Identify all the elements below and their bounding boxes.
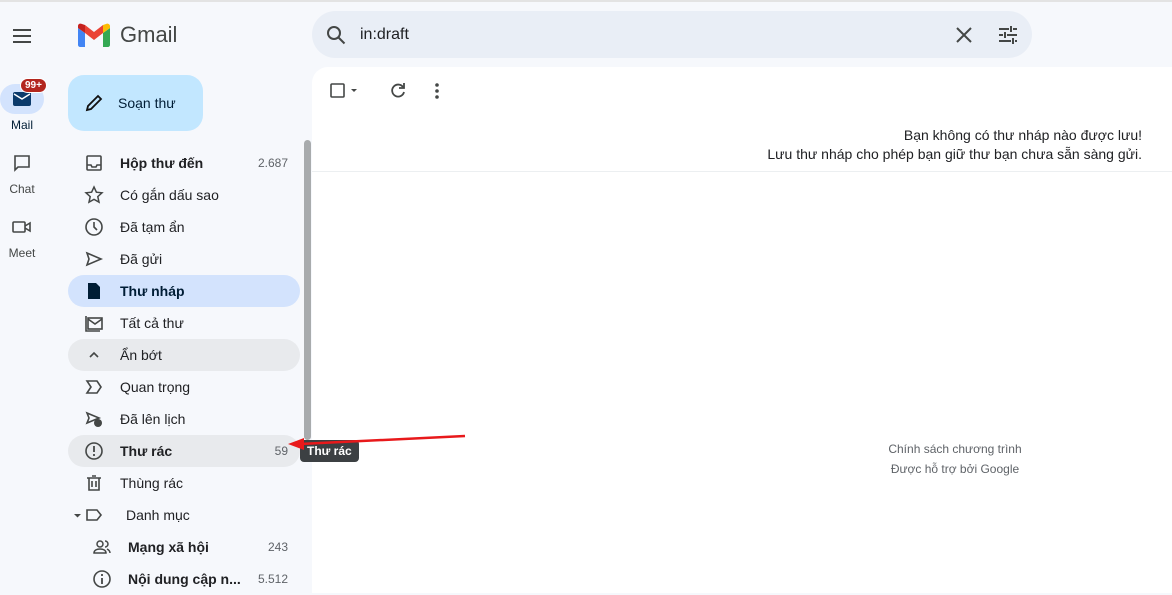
pencil-icon — [85, 94, 103, 112]
sidebar-item-label: Đã tạm ẩn — [120, 219, 185, 235]
footer: Chính sách chương trình Được hỗ trợ bởi … — [855, 439, 1055, 479]
spam-icon — [84, 441, 104, 461]
select-all-checkbox[interactable] — [330, 81, 358, 101]
app-name: Gmail — [120, 22, 178, 47]
search-input[interactable] — [360, 25, 954, 44]
scheduled-icon — [84, 409, 104, 429]
sidebar-item-label: Thư nháp — [120, 283, 185, 299]
inbox-icon — [84, 153, 104, 173]
important-icon — [84, 377, 104, 397]
sidebar-item-star[interactable]: Có gắn dấu sao — [68, 179, 300, 211]
sidebar-item-label: Đã lên lịch — [120, 411, 186, 427]
gmail-m-icon — [78, 23, 110, 47]
sidebar-item-chevron-up[interactable]: Ẩn bớt — [68, 339, 300, 371]
more-options-icon[interactable] — [432, 81, 442, 101]
video-icon — [0, 212, 44, 242]
sidebar-item-draft[interactable]: Thư nháp — [68, 275, 300, 307]
trash-icon — [84, 473, 104, 493]
sidebar-item-label: Tất cả thư — [120, 315, 184, 331]
sidebar-item-label: Có gắn dấu sao — [120, 187, 219, 203]
clock-icon — [84, 217, 104, 237]
search-bar[interactable] — [312, 11, 1032, 58]
draft-icon — [84, 281, 104, 301]
sidebar-item-scheduled[interactable]: Đã lên lịch — [68, 403, 300, 435]
clear-search-icon[interactable] — [954, 25, 974, 45]
star-icon — [84, 185, 104, 205]
sidebar-item-important[interactable]: Quan trọng — [68, 371, 300, 403]
sidebar-item-social[interactable]: Mạng xã hội 243 — [68, 531, 300, 563]
sidebar-item-label: Thư rác — [120, 443, 173, 459]
sidebar-item-label: Đã gửi — [120, 251, 163, 267]
rail-chat[interactable]: Chat — [0, 148, 44, 196]
rail-label: Chat — [9, 182, 35, 196]
sidebar-scrollbar[interactable] — [304, 140, 311, 440]
empty-subtitle: Lưu thư nháp cho phép bạn giữ thư bạn ch… — [767, 146, 1142, 162]
program-policies-link[interactable]: Chính sách chương trình — [855, 439, 1055, 459]
gmail-logo[interactable]: Gmail — [78, 22, 177, 48]
sidebar-item-label[interactable]: Danh mục — [68, 499, 300, 531]
top-border — [0, 0, 1172, 2]
unread-count: 243 — [267, 540, 288, 554]
sidebar-item-clock[interactable]: Đã tạm ẩn — [68, 211, 300, 243]
sidebar-item-updates[interactable]: Nội dung cập n... 5.512 — [68, 563, 300, 595]
mail-icon: 99+ — [0, 78, 47, 114]
sidebar-item-send[interactable]: Đã gửi — [68, 243, 300, 275]
sidebar-item-label: Danh mục — [126, 507, 190, 523]
sidebar-item-label: Ẩn bớt — [120, 347, 162, 363]
folder-list: Hộp thư đến 2.687 Có gắn dấu sao Đã tạm ẩn Đ… — [68, 147, 300, 595]
chevron-up-icon — [84, 345, 104, 365]
unread-count: 5.512 — [257, 572, 288, 586]
sidebar-item-label: Mạng xã hội — [128, 539, 209, 555]
unread-badge: 99+ — [20, 78, 47, 93]
powered-by-google: Được hỗ trợ bởi Google — [890, 462, 1020, 476]
main-panel: Bạn không có thư nháp nào được lưu! Lưu … — [312, 67, 1172, 593]
sidebar-item-label: Nội dung cập n... — [128, 571, 241, 587]
social-icon — [92, 537, 112, 557]
rail-label: Meet — [8, 246, 36, 260]
sidebar-item-all-mail[interactable]: Tất cả thư — [68, 307, 300, 339]
compose-label: Soạn thư — [118, 95, 176, 111]
empty-title: Bạn không có thư nháp nào được lưu! — [903, 127, 1142, 143]
sidebar-item-spam[interactable]: Thư rác 59 — [68, 435, 300, 467]
rail-mail[interactable]: 99+ Mail — [0, 78, 47, 132]
sidebar-item-label: Hộp thư đến — [120, 155, 204, 171]
empty-drafts-message: Bạn không có thư nháp nào được lưu! Lưu … — [767, 126, 1142, 164]
search-options-icon[interactable] — [998, 25, 1018, 45]
rail-label: Mail — [10, 118, 33, 132]
divider — [312, 171, 1172, 172]
sidebar-item-label: Quan trọng — [120, 379, 191, 395]
expand-arrow-icon[interactable] — [72, 505, 84, 525]
unread-count: 2.687 — [257, 156, 288, 170]
compose-button[interactable]: Soạn thư — [68, 75, 203, 131]
search-icon[interactable] — [326, 25, 346, 45]
label-icon — [84, 505, 104, 525]
refresh-icon[interactable] — [389, 81, 407, 101]
sidebar-item-trash[interactable]: Thùng rác — [68, 467, 300, 499]
all-mail-icon — [84, 313, 104, 333]
updates-icon — [92, 569, 112, 589]
red-arrow-annotation — [288, 434, 466, 450]
chat-icon — [0, 148, 44, 178]
send-icon — [84, 249, 104, 269]
sidebar-item-label: Thùng rác — [120, 475, 184, 491]
main-menu-button[interactable] — [10, 24, 34, 48]
rail-meet[interactable]: Meet — [0, 212, 44, 260]
sidebar-item-inbox[interactable]: Hộp thư đến 2.687 — [68, 147, 300, 179]
